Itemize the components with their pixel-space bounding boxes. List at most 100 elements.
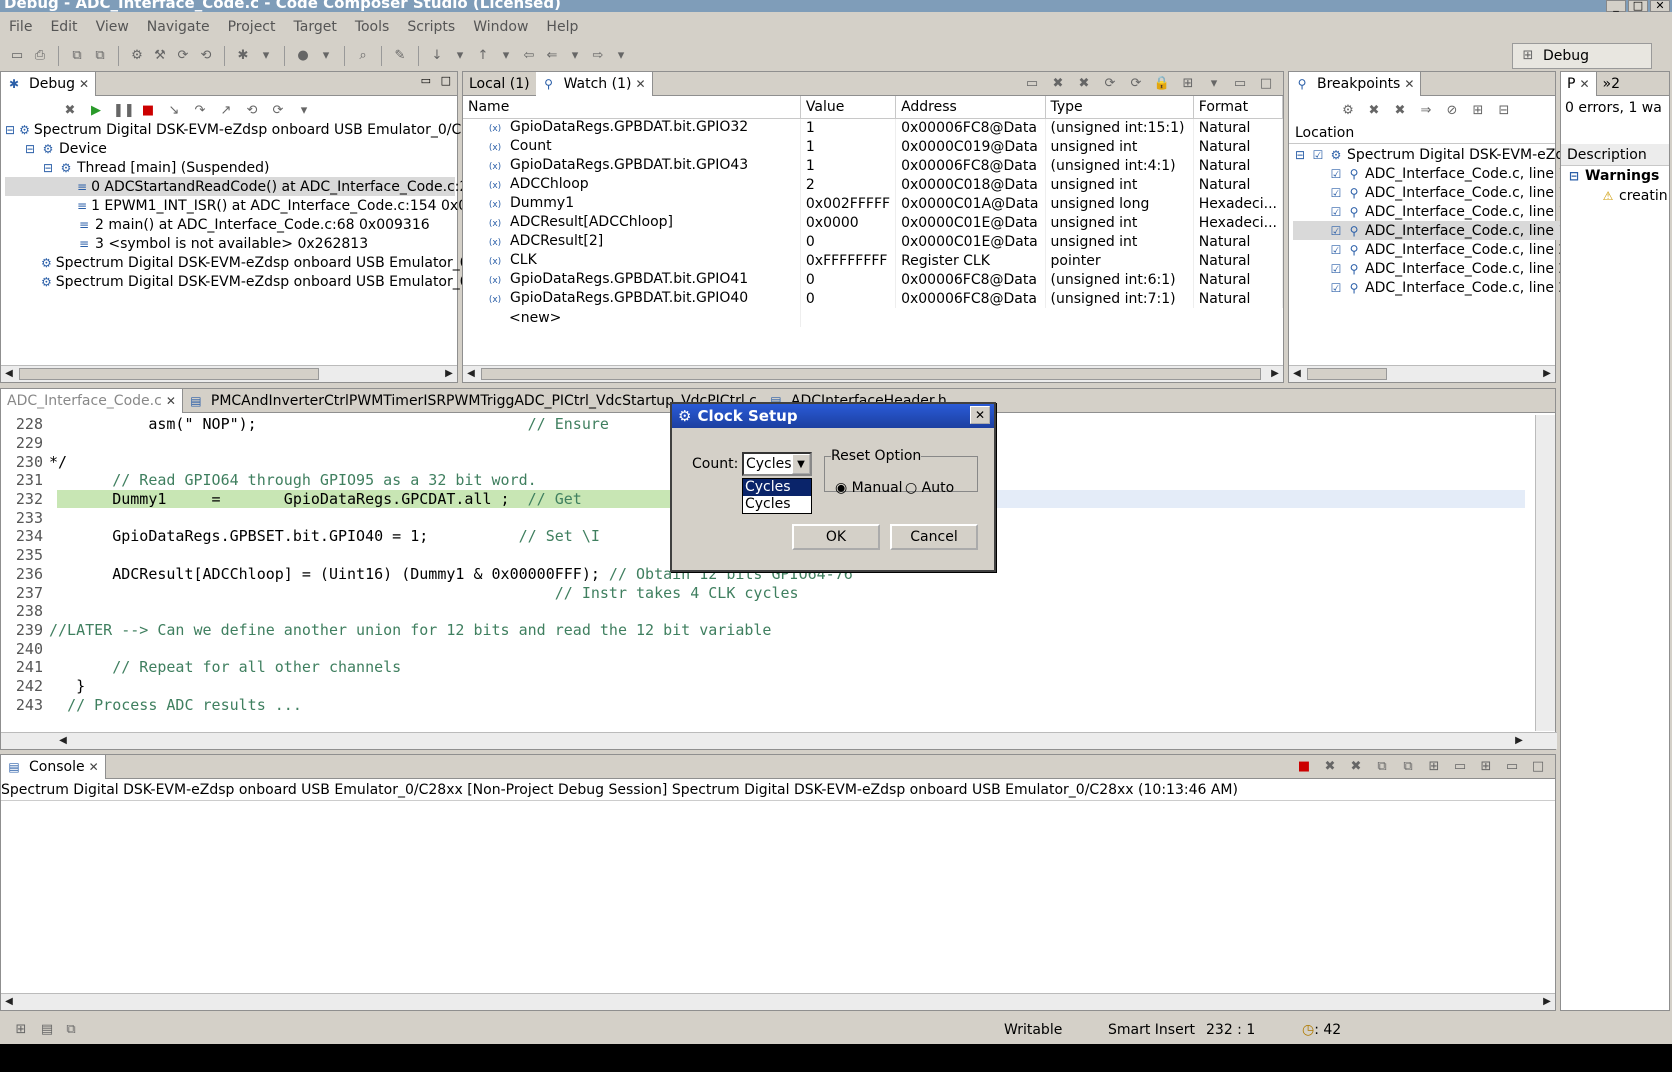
debug-tree-thread[interactable]: ⊟ ⚙ Thread [main] (Suspended) <box>5 158 455 177</box>
breakpoint-item[interactable]: ☑ ⚲ ADC_Interface_Code.c, line 23 <box>1293 259 1580 278</box>
code-line[interactable]: 237 // Instr takes 4 CLK cycles <box>1 583 1525 602</box>
fast-view-icon[interactable]: ⊞ <box>12 1021 30 1039</box>
warning-item[interactable]: ⚠ creatin <box>1601 188 1668 204</box>
stack-frame-2[interactable]: ≡ 2 main() at ADC_Interface_Code.c:68 0x0… <box>5 215 455 234</box>
watch-new-row[interactable]: <new> <box>463 308 1283 327</box>
watch-row[interactable]: (x) GpioDataRegs.GPBDAT.bit.GPIO40 0 0x0000… <box>463 289 1284 308</box>
menu-file[interactable]: File <box>0 19 41 35</box>
auto-radio[interactable]: ○ Auto <box>905 480 954 496</box>
close-button[interactable]: ✕ <box>1650 0 1670 12</box>
terminate-icon[interactable]: ■ <box>1295 758 1313 776</box>
scroll-lock-icon[interactable]: ⧉ <box>1399 758 1417 776</box>
dropdown-icon[interactable]: ▾ <box>612 47 630 65</box>
watch-hscroll[interactable]: ◀ ▶ <box>463 365 1283 382</box>
breakpoint-item[interactable]: ☑ ⚲ ADC_Interface_Code.c, line 18 <box>1293 164 1580 183</box>
ok-button[interactable]: OK <box>792 524 880 550</box>
remove-icon[interactable]: ✖ <box>1049 75 1067 93</box>
run-icon[interactable]: ● <box>294 47 312 65</box>
resume-icon[interactable]: ▶ <box>87 102 105 120</box>
menu-help[interactable]: Help <box>537 19 587 35</box>
tab-watch[interactable]: ⚲ Watch (1) ✕ <box>535 71 653 96</box>
maximize-icon[interactable]: □ <box>1257 75 1275 93</box>
remove-launch-icon[interactable]: ✖ <box>1321 758 1339 776</box>
new-expression-cell[interactable]: <new> <box>463 308 801 327</box>
cancel-button[interactable]: Cancel <box>890 524 978 550</box>
forward-icon[interactable]: ⇨ <box>589 47 607 65</box>
col-value[interactable]: Value <box>800 96 897 119</box>
tab-problems[interactable]: P ✕ <box>1561 71 1597 96</box>
remove-all-icon[interactable]: ✖ <box>1075 75 1093 93</box>
close-icon[interactable]: ✕ <box>166 394 176 408</box>
continuous-refresh-icon[interactable]: ⟳ <box>1127 75 1145 93</box>
checkbox-icon[interactable]: ☑ <box>1329 186 1343 200</box>
watch-row[interactable]: (x) CLK 0xFFFFFFFF Register CLK pointer Natur… <box>463 251 1284 270</box>
display-console-icon[interactable]: ▭ <box>1451 758 1469 776</box>
dropdown-icon[interactable]: ▾ <box>257 47 275 65</box>
checkbox-icon[interactable]: ☑ <box>1329 243 1343 257</box>
search-icon[interactable]: ⌕ <box>354 47 372 65</box>
dropdown-option-selected[interactable]: Cycles <box>743 479 811 496</box>
breakpoint-item[interactable]: ☑ ⚲ ADC_Interface_Code.c, line 23 <box>1293 240 1580 259</box>
count-select[interactable]: Cycles ▼ <box>742 452 812 476</box>
menu-tools[interactable]: Tools <box>346 19 399 35</box>
reset-icon[interactable]: ⟳ <box>269 102 287 120</box>
tab-local[interactable]: Local (1) <box>463 72 536 96</box>
warnings-group[interactable]: ⊟ Warnings <box>1567 168 1659 184</box>
breakpoint-root[interactable]: ⊟ ☑ ⚙ Spectrum Digital DSK-EVM-eZdsp <box>1293 145 1580 164</box>
remove-icon[interactable]: ✖ <box>1365 102 1383 120</box>
tab-overflow[interactable]: »2 <box>1597 72 1626 96</box>
lock-icon[interactable]: 🔒 <box>1153 75 1171 93</box>
refresh-icon[interactable]: ⟳ <box>1101 75 1119 93</box>
maximize-icon[interactable]: □ <box>441 74 451 87</box>
menu-navigate[interactable]: Navigate <box>138 19 219 35</box>
breakpoint-item[interactable]: ☑ ⚲ ADC_Interface_Code.c, line 19 <box>1293 221 1581 240</box>
editor-hscroll[interactable]: ◀ ▶ <box>1 732 1557 749</box>
step-return-icon[interactable]: ↗ <box>217 102 235 120</box>
checkbox-icon[interactable]: ☑ <box>1329 224 1343 238</box>
watch-row[interactable]: (x) Count 1 0x0000C019@Data unsigned int Natu… <box>463 137 1284 156</box>
back-dropdown-icon[interactable]: ⇐ <box>543 47 561 65</box>
restart-icon[interactable]: ⟲ <box>197 47 215 65</box>
prev-annotation-icon[interactable]: ↑ <box>474 47 492 65</box>
watch-row[interactable]: (x) ADCResult[2] 0 0x0000C01E@Data unsigned … <box>463 232 1284 251</box>
menu-window[interactable]: Window <box>464 19 537 35</box>
next-annotation-icon[interactable]: ↓ <box>428 47 446 65</box>
col-name[interactable]: Name <box>463 96 801 119</box>
location-header[interactable]: Location <box>1289 122 1555 144</box>
breakpoint-item[interactable]: ☑ ⚲ ADC_Interface_Code.c, line 23 <box>1293 278 1580 297</box>
chevron-down-icon[interactable]: ▼ <box>792 454 810 474</box>
debug-tree-device[interactable]: ⊟ ⚙ Device <box>5 139 455 158</box>
clear-console-icon[interactable]: ⧉ <box>1373 758 1391 776</box>
manual-radio[interactable]: ◉ Manual <box>835 480 903 496</box>
expand-all-icon[interactable]: ⊞ <box>1469 102 1487 120</box>
stack-frame-0[interactable]: ≡ 0 ADCStartandReadCode() at ADC_Interfac… <box>5 177 535 196</box>
go-to-file-icon[interactable]: ⇒ <box>1417 102 1435 120</box>
debug-tree-emulator[interactable]: ⊟ ⚙ Spectrum Digital DSK-EVM-eZdsp onboard… <box>5 120 496 139</box>
checkbox-icon[interactable]: ☑ <box>1329 262 1343 276</box>
watch-row[interactable]: (x) GpioDataRegs.GPBDAT.bit.GPIO32 1 0x0000… <box>463 118 1284 137</box>
code-line[interactable]: 242 } <box>1 677 1525 696</box>
copy-icon[interactable]: ⧉ <box>68 47 86 65</box>
menu-project[interactable]: Project <box>219 19 285 35</box>
close-icon[interactable]: ✕ <box>635 77 645 91</box>
load-icon[interactable]: ⟳ <box>174 47 192 65</box>
close-icon[interactable]: ✕ <box>89 760 99 774</box>
suspend-icon[interactable]: ❚❚ <box>113 102 135 120</box>
debug-tree-emulator-3[interactable]: ⚙ Spectrum Digital DSK-EVM-eZdsp onboard … <box>5 272 518 291</box>
dropdown-icon[interactable]: ▾ <box>451 47 469 65</box>
watch-row[interactable]: (x) ADCResult[ADCChloop] 0x0000 0x0000C01E@… <box>463 213 1284 232</box>
terminate-icon[interactable]: ■ <box>139 102 157 120</box>
stack-frame-3[interactable]: ≡ 3 <symbol is not available> 0x262813 <box>5 234 455 253</box>
tab-breakpoints[interactable]: ⚲ Breakpoints ✕ <box>1289 71 1422 96</box>
minimize-button[interactable]: _ <box>1606 0 1626 12</box>
breakpoint-menu-icon[interactable]: ⚙ <box>1339 102 1357 120</box>
remove-all-icon[interactable]: ✖ <box>1347 758 1365 776</box>
minimize-panel-icon[interactable]: ▭ <box>1023 75 1041 93</box>
remove-terminated-icon[interactable]: ✖ <box>61 102 79 120</box>
watch-row[interactable]: (x) Dummy1 0x002FFFFF 0x0000C01A@Data unsign… <box>463 194 1284 213</box>
breakpoint-item[interactable]: ☑ ⚲ ADC_Interface_Code.c, line 18 <box>1293 202 1580 221</box>
code-line[interactable]: 241 // Repeat for all other channels <box>1 658 1525 677</box>
menu-view[interactable]: View <box>87 19 138 35</box>
minimize-icon[interactable]: ▭ <box>1231 75 1249 93</box>
stack-frame-1[interactable]: ≡ 1 EPWM1_INT_ISR() at ADC_Interface_Code… <box>5 196 485 215</box>
